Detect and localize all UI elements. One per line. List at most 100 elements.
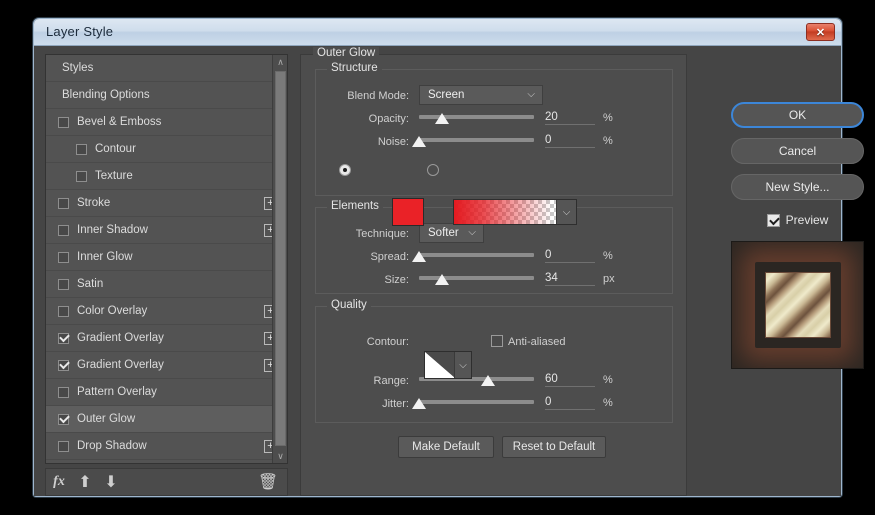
elements-title: Elements [327,200,383,212]
contour-label: Contour: [366,336,409,348]
opacity-slider[interactable] [419,111,534,125]
slider-thumb[interactable] [435,274,449,285]
effect-enable-checkbox[interactable] [58,197,69,209]
styles-row-label: Stroke [77,197,111,209]
jitter-slider[interactable] [412,396,534,410]
scroll-down-icon[interactable]: ∨ [273,449,288,463]
styles-row-label: Bevel & Emboss [77,116,162,128]
effect-enable-checkbox[interactable] [58,386,69,398]
dialog-body: Styles Blending Options Bevel & Emboss Cont… [34,46,864,496]
technique-label: Technique: [355,228,409,240]
dialog-title: Layer Style [46,24,114,39]
noise-slider[interactable] [412,134,534,148]
spread-input[interactable]: 0 [545,249,595,263]
size-label: Size: [384,274,409,286]
chevron-down-icon[interactable]: ⌵ [454,352,471,378]
title-bar: Layer Style ✕ [34,19,841,46]
fx-icon[interactable]: fx [46,469,72,495]
noise-input[interactable]: 0 [545,134,595,148]
range-input[interactable]: 60 [545,373,595,387]
contour-picker[interactable]: ⌵ [424,351,472,379]
opacity-input[interactable]: 20 [545,111,595,125]
new-style-button[interactable]: New Style... [731,174,864,200]
fill-gradient-radio[interactable] [427,164,439,176]
effect-enable-checkbox[interactable] [58,359,69,371]
chevron-down-icon[interactable]: ⌵ [556,200,576,224]
styles-row-drop-shadow[interactable]: Drop Shadow + [46,433,287,460]
opacity-unit: % [603,112,613,124]
glow-gradient-picker[interactable]: ⌵ [453,199,577,225]
effect-enable-checkbox[interactable] [58,224,69,236]
preview-label: Preview [785,213,829,227]
styles-row-label: Gradient Overlay [77,332,164,344]
close-icon[interactable]: ✕ [806,23,835,41]
scrollbar-thumb[interactable] [275,71,286,446]
slider-thumb[interactable] [412,136,426,147]
preview-thumbnail [731,241,864,369]
anti-aliased-label: Anti-aliased [508,336,566,348]
styles-row-satin[interactable]: Satin [46,271,287,298]
effect-options-panel: Outer Glow Structure Blend Mode: Screen … [300,47,687,496]
styles-row-outer-glow[interactable]: Outer Glow [46,406,287,433]
slider-thumb[interactable] [435,113,449,124]
slider-track [419,138,534,142]
blend-mode-value: Screen [428,89,465,101]
styles-row-label: Satin [77,278,104,290]
styles-row-stroke[interactable]: Stroke + [46,190,287,217]
scroll-up-icon[interactable]: ∧ [273,55,288,69]
gradient-preview [454,200,558,224]
jitter-input[interactable]: 0 [545,396,595,410]
styles-row-gradient-overlay[interactable]: Gradient Overlay + [46,352,287,379]
styles-row-styles[interactable]: Styles [46,55,287,82]
layer-style-dialog: Layer Style ✕ Styles Blending Options Beve… [33,18,864,497]
chevron-down-icon: ⌵ [527,89,535,100]
styles-row-blending-options[interactable]: Blending Options [46,82,287,109]
slider-thumb[interactable] [412,398,426,409]
reset-to-default-button[interactable]: Reset to Default [502,436,606,458]
effect-enable-checkbox[interactable] [58,251,69,263]
effect-enable-checkbox[interactable] [58,116,69,128]
technique-select[interactable]: Softer ⌵ [419,223,484,243]
styles-row-inner-glow[interactable]: Inner Glow [46,244,287,271]
slider-thumb[interactable] [412,251,426,262]
delete-icon[interactable]: 🗑 [255,469,281,495]
fill-color-radio[interactable] [339,164,351,176]
spread-slider[interactable] [412,249,534,263]
fx-toolbar: fx ⬆ ⬇ 🗑 [45,468,288,496]
effect-enable-checkbox[interactable] [76,143,87,155]
make-default-button[interactable]: Make Default [398,436,494,458]
blend-mode-select[interactable]: Screen ⌵ [419,85,543,105]
preview-toggle[interactable]: Preview [731,210,864,230]
effect-enable-checkbox[interactable] [58,332,69,344]
styles-row-texture[interactable]: Texture [46,163,287,190]
move-up-icon[interactable]: ⬆ [72,469,98,495]
styles-row-bevel-emboss[interactable]: Bevel & Emboss [46,109,287,136]
anti-aliased-checkbox[interactable] [491,335,503,347]
styles-row-color-overlay[interactable]: Color Overlay + [46,298,287,325]
effect-enable-checkbox[interactable] [76,170,87,182]
styles-row-pattern-overlay[interactable]: Pattern Overlay [46,379,287,406]
styles-row-label: Blending Options [62,89,150,101]
glow-color-swatch[interactable] [392,198,424,226]
styles-scrollbar[interactable]: ∧ ∨ [272,55,287,463]
cancel-button[interactable]: Cancel [731,138,864,164]
slider-thumb[interactable] [481,375,495,386]
ok-button[interactable]: OK [731,102,864,128]
size-unit: px [603,273,615,285]
move-down-icon[interactable]: ⬇ [98,469,124,495]
styles-row-contour[interactable]: Contour [46,136,287,163]
size-slider[interactable] [419,272,534,286]
effect-enable-checkbox[interactable] [58,413,69,425]
effect-enable-checkbox[interactable] [58,305,69,317]
styles-row-inner-shadow[interactable]: Inner Shadow + [46,217,287,244]
noise-unit: % [603,135,613,147]
effect-enable-checkbox[interactable] [58,278,69,290]
effect-enable-checkbox[interactable] [58,440,69,452]
noise-label: Noise: [377,136,409,148]
styles-row-gradient-overlay[interactable]: Gradient Overlay + [46,325,287,352]
contour-preview [425,352,455,378]
styles-rows: Styles Blending Options Bevel & Emboss Cont… [46,55,287,460]
size-input[interactable]: 34 [545,272,595,286]
slider-track [419,400,534,404]
preview-checkbox[interactable] [766,213,780,227]
